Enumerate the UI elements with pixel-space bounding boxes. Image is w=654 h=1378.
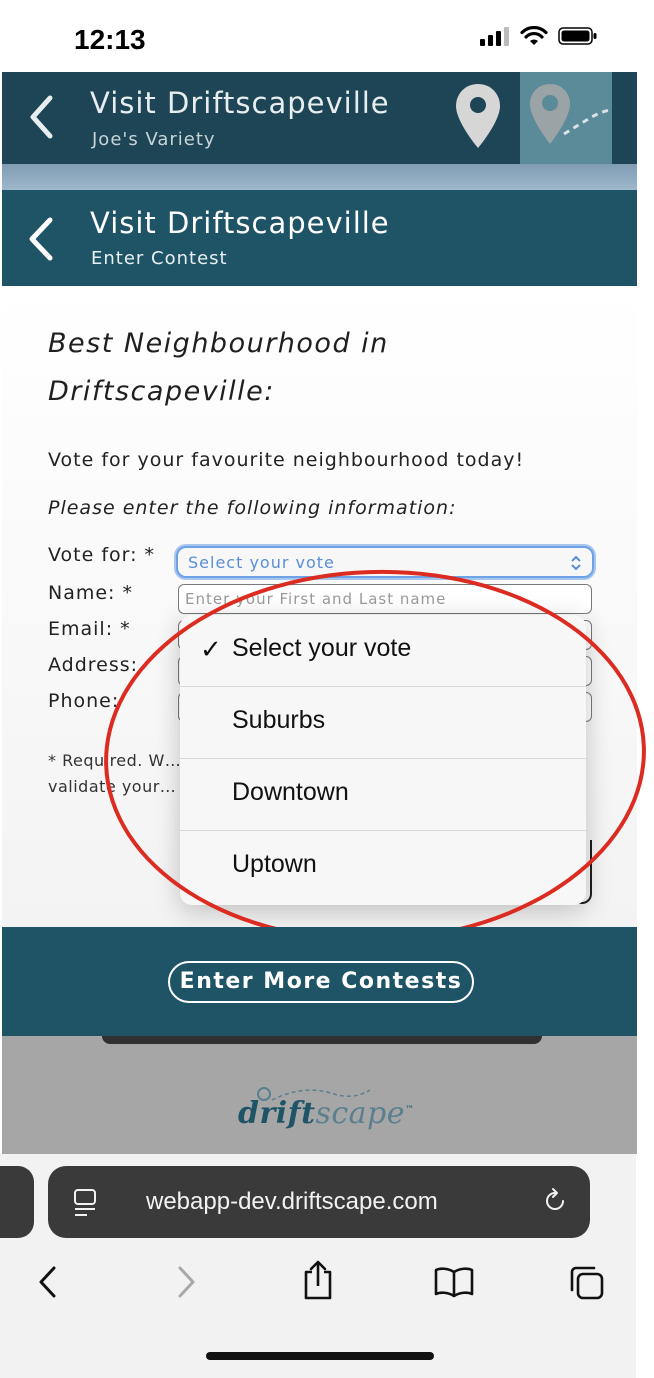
status-time: 12:13: [74, 24, 146, 55]
vote-select-value: Select your vote: [188, 553, 335, 572]
previous-header-title: Visit Driftscapeville: [90, 86, 390, 120]
driftscape-logo: driftscape™: [238, 1096, 415, 1131]
home-indicator: [206, 1352, 434, 1360]
previous-app-header: Visit Driftscapeville Joe's Variety: [2, 72, 637, 164]
browser-toolbar: [0, 1254, 636, 1314]
select-updown-icon: [571, 555, 581, 571]
vote-label: Vote for: *: [48, 544, 156, 566]
reload-icon[interactable]: [540, 1186, 570, 1216]
footer-shadow: [102, 1036, 542, 1044]
share-icon[interactable]: [300, 1258, 336, 1302]
contest-intro: Vote for your favourite neighbourhood to…: [48, 449, 525, 471]
browser-chrome: webapp-dev.driftscape.com: [0, 1154, 636, 1378]
url-text: webapp-dev.driftscape.com: [146, 1188, 438, 1215]
contest-heading: Best Neighbourhood in Driftscapeville:: [48, 328, 389, 407]
header-title: Visit Driftscapeville: [90, 206, 390, 240]
footer-gray: driftscape™: [2, 1036, 637, 1154]
contest-instructions: Please enter the following information:: [48, 497, 457, 519]
route-pin-icon: [530, 84, 611, 144]
previous-header-subtitle: Joe's Variety: [92, 129, 216, 150]
app-header: Visit Driftscapeville Enter Contest: [2, 190, 637, 286]
map-pin-icon[interactable]: [454, 82, 502, 150]
browser-forward-icon[interactable]: [174, 1264, 198, 1300]
back-chevron-icon[interactable]: [26, 216, 56, 262]
logo-text-scape: scape: [315, 1096, 405, 1131]
browser-back-icon[interactable]: [36, 1264, 60, 1300]
header-subtitle: Enter Contest: [91, 248, 228, 269]
page-menu-icon[interactable]: [72, 1188, 98, 1218]
status-icons: [480, 26, 598, 46]
tabs-icon[interactable]: [568, 1264, 606, 1302]
back-chevron-icon[interactable]: [28, 94, 56, 140]
logo-text-drift: drift: [238, 1096, 316, 1131]
status-bar: 12:13: [0, 0, 654, 72]
address-label: Address:: [48, 654, 139, 676]
wifi-icon: [520, 26, 548, 45]
bookmarks-icon[interactable]: [434, 1266, 474, 1298]
cellular-signal-icon: [480, 27, 509, 46]
name-label: Name: *: [48, 582, 133, 604]
logo-trademark: ™: [405, 1105, 415, 1115]
route-pin-button[interactable]: [520, 72, 612, 164]
phone-label: Phone:: [48, 690, 120, 712]
address-bar[interactable]: webapp-dev.driftscape.com: [48, 1166, 590, 1238]
battery-icon: [558, 27, 597, 45]
footer-band: Enter More Contests: [2, 927, 637, 1036]
enter-more-contests-button[interactable]: Enter More Contests: [168, 961, 474, 1003]
previous-tab-edge[interactable]: [0, 1166, 34, 1238]
header-photo-strip: [2, 164, 637, 190]
email-label: Email: *: [48, 618, 131, 640]
